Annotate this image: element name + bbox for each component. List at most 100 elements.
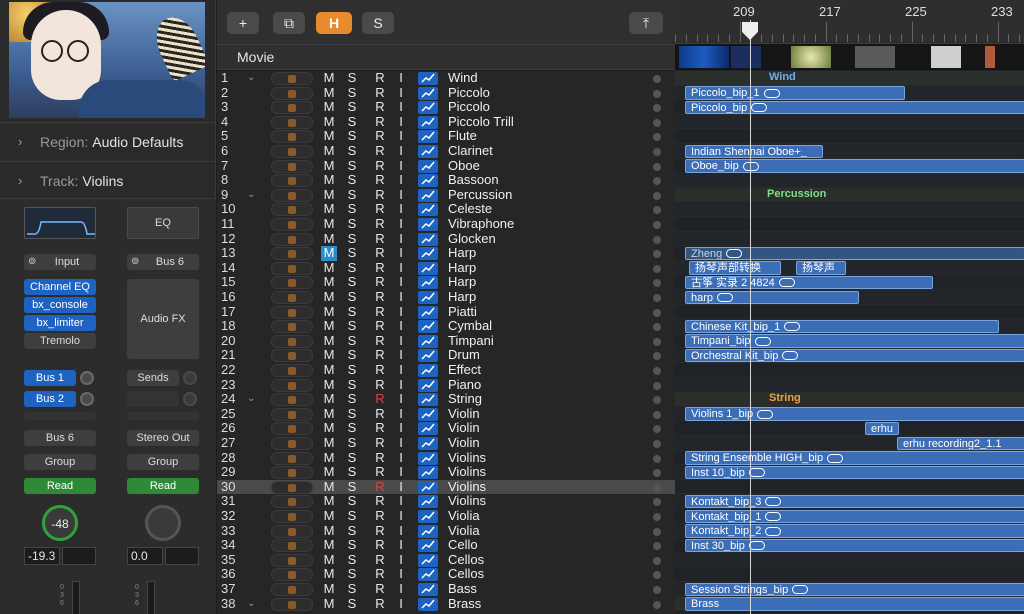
input-monitor-button[interactable]: I: [397, 216, 405, 232]
track-lane[interactable]: [675, 304, 1024, 320]
record-enable-button[interactable]: R: [373, 362, 387, 378]
plugin-bx-limiter[interactable]: bx_limiter: [24, 315, 96, 331]
input-monitor-button[interactable]: I: [397, 289, 405, 305]
record-enable-button[interactable]: R: [373, 246, 387, 261]
record-enable-button[interactable]: R: [373, 523, 387, 539]
mute-button[interactable]: M: [321, 246, 337, 261]
input-monitor-button[interactable]: I: [397, 231, 405, 247]
track-name[interactable]: Violins: [448, 465, 486, 480]
output-slot[interactable]: Bus 6: [24, 430, 96, 446]
solo-button[interactable]: S: [345, 538, 359, 553]
input-monitor-button[interactable]: I: [397, 333, 405, 349]
track-row[interactable]: 10 M S R I Celeste: [217, 202, 675, 217]
volume-readout[interactable]: 0.0: [127, 547, 163, 565]
record-enable-button[interactable]: R: [373, 260, 387, 276]
region[interactable]: erhu: [865, 421, 899, 436]
track-on-off-button[interactable]: [653, 177, 661, 186]
region[interactable]: Zheng: [685, 246, 1024, 261]
mute-button[interactable]: M: [321, 596, 337, 612]
region[interactable]: 扬琴声部转换: [689, 261, 781, 275]
solo-button[interactable]: S: [345, 596, 359, 612]
record-enable-button[interactable]: R: [373, 143, 387, 159]
group-slot[interactable]: Group: [24, 454, 96, 470]
mute-button[interactable]: M: [321, 260, 337, 276]
mute-button[interactable]: M: [321, 129, 337, 144]
track-on-off-button[interactable]: [653, 513, 661, 521]
track-name[interactable]: Piano: [448, 377, 481, 393]
track-on-off-button[interactable]: [653, 323, 661, 332]
automation-mode[interactable]: Read: [24, 478, 96, 494]
input-monitor-button[interactable]: I: [397, 114, 405, 130]
track-row[interactable]: 16 M S R I Harp: [217, 289, 675, 305]
track-on-off-button[interactable]: [653, 235, 661, 244]
track-on-off-button[interactable]: [653, 483, 661, 492]
mute-button[interactable]: M: [321, 100, 337, 115]
track-name[interactable]: Violins: [448, 494, 486, 509]
track-name[interactable]: Violin: [448, 421, 480, 436]
mute-button[interactable]: M: [321, 362, 337, 378]
track-row[interactable]: 20 M S R I Timpani: [217, 333, 675, 349]
track-on-off-button[interactable]: [653, 571, 661, 580]
track-row[interactable]: 22 M S R I Effect: [217, 362, 675, 378]
solo-button[interactable]: S: [345, 70, 359, 86]
automation-icon[interactable]: [418, 334, 438, 348]
volume-fader[interactable]: [72, 581, 80, 614]
track-lane[interactable]: [675, 173, 1024, 188]
solo-button[interactable]: S: [345, 129, 359, 144]
solo-button[interactable]: S: [345, 260, 359, 276]
region[interactable]: Violins 1_bip: [685, 407, 1024, 421]
track-row[interactable]: 6 M S R I Clarinet: [217, 143, 675, 159]
automation-icon[interactable]: [418, 422, 438, 436]
automation-icon[interactable]: [418, 145, 438, 158]
track-name[interactable]: Bass: [448, 581, 477, 597]
input-monitor-button[interactable]: I: [397, 129, 405, 144]
input-monitor-button[interactable]: I: [397, 246, 405, 261]
record-enable-button[interactable]: R: [373, 289, 387, 305]
input-monitor-button[interactable]: I: [397, 348, 405, 363]
plugin-tremolo[interactable]: Tremolo: [24, 333, 96, 349]
bar-ruler[interactable]: 209 217 225 233: [675, 0, 1024, 44]
mute-button[interactable]: M: [321, 143, 337, 159]
track-lane[interactable]: [675, 552, 1024, 568]
track-name[interactable]: Timpani: [448, 333, 494, 349]
track-on-off-button[interactable]: [653, 586, 661, 594]
track-name[interactable]: Cellos: [448, 552, 484, 568]
input-monitor-button[interactable]: I: [397, 260, 405, 276]
record-enable-button[interactable]: R: [373, 85, 387, 101]
record-enable-button[interactable]: R: [373, 333, 387, 349]
input-slot[interactable]: ⊚ Input: [24, 254, 96, 270]
track-name[interactable]: Violia: [448, 508, 480, 524]
track-name[interactable]: Piccolo Trill: [448, 114, 514, 130]
track-on-off-button[interactable]: [653, 542, 661, 551]
track-name[interactable]: Piccolo: [448, 100, 490, 115]
automation-icon[interactable]: [418, 553, 438, 567]
track-name[interactable]: Harp: [448, 246, 476, 261]
solo-button[interactable]: S: [345, 333, 359, 349]
duplicate-track-button[interactable]: ⧉: [273, 12, 305, 34]
automation-icon[interactable]: [418, 568, 438, 582]
region[interactable]: Inst 30_bip: [685, 538, 1024, 553]
record-enable-button[interactable]: R: [373, 581, 387, 597]
track-on-off-button[interactable]: [653, 527, 661, 536]
send-level-knob[interactable]: [80, 392, 94, 406]
mute-button[interactable]: M: [321, 392, 337, 407]
record-enable-button[interactable]: R: [373, 304, 387, 320]
track-on-off-button[interactable]: [653, 148, 661, 156]
track-name[interactable]: Effect: [448, 362, 481, 378]
mute-button[interactable]: M: [321, 581, 337, 597]
mute-button[interactable]: M: [321, 421, 337, 436]
hide-tracks-button[interactable]: H: [316, 12, 352, 34]
record-enable-button[interactable]: R: [373, 231, 387, 247]
solo-button[interactable]: S: [345, 581, 359, 597]
track-on-off-button[interactable]: [653, 440, 661, 448]
track-lane[interactable]: [675, 71, 1024, 86]
solo-button[interactable]: S: [345, 435, 359, 451]
track-row[interactable]: 8 M S R I Bassoon: [217, 173, 675, 188]
track-name[interactable]: Harp: [448, 260, 476, 276]
track-row[interactable]: 1 ⌄ M S R I Wind: [217, 70, 675, 86]
record-enable-button[interactable]: R: [373, 406, 387, 422]
track-row[interactable]: 30 M S R I Violins: [217, 479, 675, 495]
mute-button[interactable]: M: [321, 567, 337, 582]
disclosure-icon[interactable]: ⌄: [247, 392, 255, 407]
automation-icon[interactable]: [418, 203, 438, 217]
